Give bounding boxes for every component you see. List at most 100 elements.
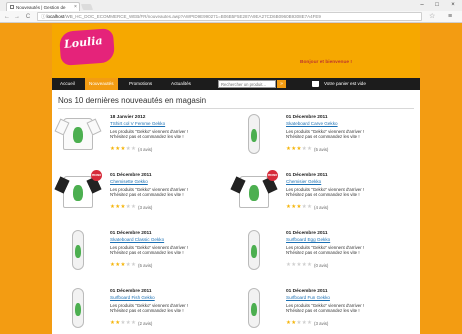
product-card[interactable]: 01 Décembre 2011 Skateboard Carve Gekko Le…: [232, 112, 410, 164]
star-icon: ★: [306, 320, 313, 326]
info-icon[interactable]: ⓘ: [41, 14, 46, 20]
nav-promotions[interactable]: Promotions: [125, 78, 156, 90]
nav-accueil[interactable]: Accueil: [56, 78, 79, 90]
gecko-icon: [249, 185, 259, 201]
product-name-link[interactable]: Surfboard Fun Gekko: [286, 295, 330, 300]
promo-badge: PROMO: [267, 170, 278, 181]
product-image[interactable]: [232, 286, 276, 330]
forward-icon[interactable]: →: [13, 12, 21, 22]
reload-icon[interactable]: C: [24, 12, 32, 22]
product-image[interactable]: [232, 112, 276, 156]
product-date: 01 Décembre 2011: [286, 289, 328, 294]
site-header: Loulia Bonjour et bienvenue !: [52, 24, 420, 78]
product-card[interactable]: 01 Décembre 2011 Skateboard Classic Gekko…: [56, 228, 234, 280]
gecko-icon: [73, 185, 83, 201]
maximize-button[interactable]: □: [431, 0, 443, 11]
search-button[interactable]: »: [277, 80, 286, 88]
product-card[interactable]: PROMO 01 Décembre 2011 Chemisier Gekko Les …: [232, 170, 410, 222]
product-name-link[interactable]: Surfboard Egg Gekko: [286, 237, 330, 242]
gecko-icon: [75, 303, 81, 316]
gecko-icon: [251, 129, 257, 142]
product-card[interactable]: 18 Janvier 2012 TShirt col V Femme Gekko L…: [56, 112, 234, 164]
star-icon: ★: [130, 146, 137, 152]
product-description: N'hésitez pas et commandez les vite !: [286, 192, 360, 197]
rating-stars: ★★★★★: [110, 204, 136, 210]
star-icon: ★: [130, 262, 137, 268]
rating-stars: ★★★★★: [110, 262, 136, 268]
star-icon: ★: [306, 204, 313, 210]
rating-stars: ★★★★★: [286, 204, 312, 210]
section-divider: [58, 108, 414, 109]
back-icon[interactable]: ←: [3, 12, 11, 22]
board-icon: [248, 288, 260, 328]
rating-stars: ★★★★★: [110, 146, 136, 152]
cart-icon[interactable]: [312, 81, 319, 87]
product-description: N'hésitez pas et commandez les vite !: [286, 308, 360, 313]
tab-close-icon[interactable]: ×: [72, 4, 79, 10]
product-card[interactable]: PROMO 01 Décembre 2011 Chemisette Gekko Les…: [56, 170, 234, 222]
product-image[interactable]: [232, 228, 276, 272]
product-description: N'hésitez pas et commandez les vite !: [286, 134, 360, 139]
welcome-message: Bonjour et bienvenue !: [300, 60, 352, 65]
nav-nouveautes[interactable]: Nouveautés: [85, 78, 118, 90]
product-name-link[interactable]: Skateboard Classic Gekko: [110, 237, 164, 242]
product-image[interactable]: [56, 112, 100, 156]
gecko-icon: [251, 303, 257, 316]
search-input[interactable]: [218, 80, 276, 88]
browser-toolbar: ← → C ⓘ localhost /WB_HC_DOC_ECOMMERCE_W…: [0, 11, 462, 23]
product-description: N'hésitez pas et commandez les vite !: [110, 134, 184, 139]
product-date: 01 Décembre 2011: [110, 289, 152, 294]
product-name-link[interactable]: Chemisette Gekko: [110, 179, 148, 184]
product-date: 01 Décembre 2011: [110, 173, 152, 178]
review-count[interactable]: (4 avis): [138, 147, 152, 152]
board-icon: [72, 288, 84, 328]
address-bar[interactable]: ⓘ localhost /WB_HC_DOC_ECOMMERCE_WEB/FR/…: [37, 12, 422, 21]
product-image[interactable]: [56, 286, 100, 330]
product-image[interactable]: [56, 228, 100, 272]
new-tab-button[interactable]: [80, 4, 94, 10]
rating-stars: ★★★★★: [286, 146, 312, 152]
browser-titlebar: Nouveautés | Gestion de × – □ ×: [0, 0, 462, 11]
bookmark-star-icon[interactable]: ☆: [429, 12, 435, 22]
product-card[interactable]: 01 Décembre 2011 Surfboard Egg Gekko Les p…: [232, 228, 410, 280]
nav-actualites[interactable]: Actualités: [167, 78, 195, 90]
rating-stars: ★★★★★: [286, 262, 312, 268]
review-count[interactable]: (5 avis): [138, 263, 152, 268]
board-icon: [72, 230, 84, 270]
cart-status[interactable]: Votre panier est vide: [324, 78, 366, 90]
product-card[interactable]: 01 Décembre 2011 Surfboard Fish Gekko Les …: [56, 286, 234, 334]
review-count[interactable]: (5 avis): [314, 147, 328, 152]
browser-tab[interactable]: Nouveautés | Gestion de ×: [6, 2, 80, 11]
url-host: localhost: [46, 14, 65, 19]
gecko-icon: [73, 127, 83, 143]
product-image[interactable]: PROMO: [232, 170, 278, 214]
product-name-link[interactable]: Surfboard Fish Gekko: [110, 295, 155, 300]
star-icon: ★: [130, 204, 137, 210]
shirt-icon: [239, 176, 269, 208]
product-name-link[interactable]: TShirt col V Femme Gekko: [110, 121, 165, 126]
review-count[interactable]: (4 avis): [314, 205, 328, 210]
close-window-button[interactable]: ×: [447, 0, 459, 11]
review-count[interactable]: (3 avis): [314, 321, 328, 326]
product-date: 01 Décembre 2011: [286, 231, 328, 236]
star-icon: ★: [306, 262, 313, 268]
review-count[interactable]: (3 avis): [138, 205, 152, 210]
browser-menu-icon[interactable]: ≡: [448, 12, 452, 22]
review-count[interactable]: (2 avis): [138, 321, 152, 326]
product-name-link[interactable]: Skateboard Carve Gekko: [286, 121, 338, 126]
product-image[interactable]: PROMO: [56, 170, 102, 214]
product-date: 01 Décembre 2011: [286, 115, 328, 120]
shirt-icon: [63, 118, 93, 150]
shirt-icon: [63, 176, 93, 208]
board-icon: [248, 114, 260, 154]
product-date: 01 Décembre 2011: [286, 173, 328, 178]
page-icon: [10, 5, 14, 9]
review-count[interactable]: (0 avis): [314, 263, 328, 268]
main-nav: Accueil Nouveautés Promotions Actualités…: [52, 78, 420, 90]
minimize-button[interactable]: –: [416, 0, 428, 11]
product-name-link[interactable]: Chemisier Gekko: [286, 179, 321, 184]
web-page: Loulia Bonjour et bienvenue ! Accueil No…: [52, 24, 420, 334]
product-card[interactable]: 01 Décembre 2011 Surfboard Fun Gekko Les p…: [232, 286, 410, 334]
product-date: 01 Décembre 2011: [110, 231, 152, 236]
product-description: N'hésitez pas et commandez les vite !: [110, 308, 184, 313]
